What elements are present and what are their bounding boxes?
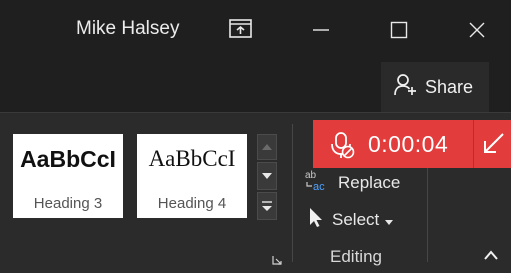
minimize-button[interactable]: [298, 12, 344, 48]
share-person-icon: [393, 72, 419, 103]
replace-button[interactable]: ab ac Replace: [304, 168, 400, 197]
editing-group-label: Editing: [330, 247, 382, 266]
gallery-scroll-up-button[interactable]: [257, 134, 277, 160]
title-bar: Mike Halsey: [0, 0, 511, 62]
gallery-scroll-down-button[interactable]: [257, 162, 277, 190]
style-heading-3[interactable]: AaBbCcI Heading 3: [13, 134, 123, 218]
select-button[interactable]: Select: [304, 205, 394, 234]
expand-arrow-icon[interactable]: [480, 130, 508, 158]
style-heading-4[interactable]: AaBbCcI Heading 4: [137, 134, 247, 218]
styles-dialog-launcher-icon[interactable]: [272, 252, 282, 265]
gallery-more-button[interactable]: [257, 192, 277, 220]
replace-icon: ab ac: [304, 168, 332, 197]
group-divider: [292, 124, 293, 262]
close-button[interactable]: [454, 12, 500, 48]
user-name[interactable]: Mike Halsey: [76, 18, 179, 40]
style-name: Heading 3: [33, 195, 103, 212]
select-label: Select: [332, 209, 380, 229]
recording-separator: [473, 120, 474, 168]
ribbon-display-options-icon[interactable]: [227, 18, 255, 40]
style-sample-text: AaBbCcI: [148, 146, 236, 171]
share-button[interactable]: Share: [381, 62, 489, 112]
more-icon: [262, 201, 272, 211]
share-label: Share: [425, 76, 474, 97]
collapse-ribbon-icon[interactable]: [484, 248, 498, 260]
replace-label: Replace: [338, 172, 401, 192]
microphone-muted-icon[interactable]: [326, 130, 356, 160]
style-name: Heading 4: [157, 195, 227, 212]
cursor-arrow-icon: [304, 205, 326, 234]
maximize-button[interactable]: [376, 12, 422, 48]
chevron-up-icon: [262, 144, 272, 150]
svg-text:ab: ab: [305, 170, 317, 181]
dropdown-arrow-icon: [385, 210, 394, 230]
svg-text:ac: ac: [313, 181, 325, 192]
recording-timer: 0:00:04: [368, 131, 449, 157]
style-sample-text: AaBbCcI: [20, 146, 116, 172]
chevron-down-icon: [262, 173, 272, 179]
recording-bar: 0:00:04: [313, 120, 511, 168]
